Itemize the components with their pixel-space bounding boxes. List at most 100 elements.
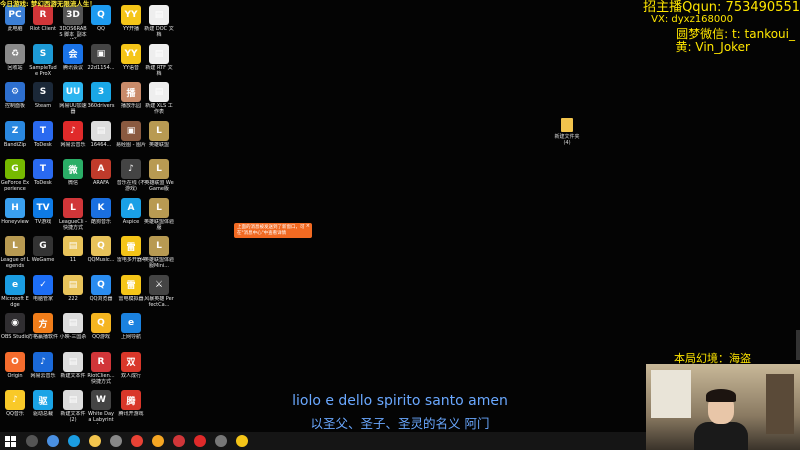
desktop-icon-label: ToDesk bbox=[34, 141, 52, 148]
desktop-icon[interactable]: Q QQ游戏 bbox=[86, 313, 116, 350]
desktop-icon[interactable]: T ToDesk bbox=[28, 120, 58, 158]
app-icon: S bbox=[33, 82, 53, 102]
desktop-icon[interactable]: L 英雄联盟 WeGame版 bbox=[144, 159, 174, 196]
store-icon[interactable] bbox=[110, 435, 122, 447]
app-icon: ▤ bbox=[149, 5, 169, 25]
app-icon: ⚙ bbox=[5, 82, 25, 102]
desktop-icon[interactable]: 3 360drivers bbox=[86, 82, 116, 119]
desktop-icon[interactable]: ▤ 11 bbox=[58, 236, 88, 273]
app-icon[interactable] bbox=[173, 435, 185, 447]
desktop-icon[interactable]: ✓ 电脑管家 bbox=[28, 274, 58, 312]
app-icon: Q bbox=[91, 236, 111, 256]
desktop-icon-label: 英雄联盟 WeGame版 bbox=[144, 180, 174, 192]
desktop-icon[interactable]: e 上网导航 bbox=[116, 313, 146, 350]
wegame-icon[interactable] bbox=[152, 435, 164, 447]
desktop-icon[interactable]: A ARAFA bbox=[86, 159, 116, 196]
app-icon: 雷 bbox=[121, 274, 141, 295]
chrome-icon[interactable] bbox=[131, 435, 143, 447]
desktop-icon[interactable]: TV TV游戏 bbox=[28, 197, 58, 235]
desktop-icon-label: 11 bbox=[69, 257, 77, 263]
netease-icon[interactable] bbox=[194, 435, 206, 447]
obs-icon[interactable] bbox=[215, 435, 227, 447]
desktop-icon[interactable]: PC 此电脑 bbox=[0, 5, 30, 42]
popup-close-button[interactable]: × bbox=[306, 223, 310, 230]
desktop-icon[interactable]: ♪ 网易云音乐 bbox=[28, 351, 58, 389]
desktop-icon[interactable]: A Aspice bbox=[116, 197, 146, 235]
desktop-icon[interactable]: 会腾讯会议 bbox=[58, 43, 88, 81]
desktop-icon[interactable]: ♪ 音乐在线 (不游戏) bbox=[116, 159, 146, 196]
desktop-icon[interactable]: ▣ 易经图 - 图片 bbox=[116, 120, 146, 158]
folder-icon[interactable] bbox=[89, 435, 101, 447]
notification-popup[interactable]: 上面的消息被发送到了新窗口，可在"消息中心"中查看详情 × bbox=[234, 223, 312, 238]
desktop-icon[interactable]: 雷雷电多开器4 bbox=[116, 236, 146, 273]
desktop-icon[interactable]: ▤ 新建文本件 bbox=[58, 351, 88, 389]
desktop-icon[interactable]: ▤ 新建 RTF 文档 bbox=[144, 43, 174, 81]
desktop-icon[interactable]: L 英雄联盟体验服Mini... bbox=[144, 236, 174, 273]
desktop-icon-label: 风暴英雄 PerfectCa... bbox=[144, 295, 174, 308]
desktop-icon[interactable]: L LeagueCli - 快捷方式 bbox=[58, 197, 88, 235]
desktop-icon[interactable]: O Origin bbox=[0, 351, 30, 389]
desktop-icon[interactable]: Z BandiZip bbox=[0, 120, 30, 158]
app-icon: ▤ bbox=[149, 82, 169, 102]
desktop-icon[interactable]: R RiotClien... 快捷方式 bbox=[86, 351, 116, 389]
desktop-icon-label: 回收站 bbox=[7, 64, 23, 71]
app-icon: ▤ bbox=[149, 43, 169, 64]
desktop-icon[interactable]: ♻ 回收站 bbox=[0, 43, 30, 81]
desktop-icon[interactable]: L League of Legends bbox=[0, 236, 30, 273]
desktop-icon[interactable]: ▤ 新建 DOC 文档 bbox=[144, 5, 174, 42]
desktop-icon[interactable]: G GeForce Experience bbox=[0, 159, 30, 196]
desktop-icon[interactable]: YY YY语音 bbox=[116, 43, 146, 81]
desktop-icon[interactable]: Q QQ bbox=[86, 5, 116, 42]
desktop-icon[interactable]: 3D3DOS6RABS 脚本_副本(1) bbox=[58, 5, 88, 42]
app-icon: 3 bbox=[91, 82, 111, 102]
task-view-icon[interactable] bbox=[47, 435, 59, 447]
desktop-icon-label: Aspice bbox=[122, 218, 140, 225]
desktop-icon[interactable]: ▤ 小映-三国杀 bbox=[58, 313, 88, 350]
yy-icon[interactable] bbox=[236, 435, 248, 447]
desktop-icon[interactable]: ⚙ 控制面板 bbox=[0, 82, 30, 119]
desktop-icon[interactable]: 双双人成行 bbox=[116, 351, 146, 389]
desktop-icon[interactable]: ⚔ 风暴英雄 PerfectCa... bbox=[144, 274, 174, 312]
desktop-icon[interactable]: 播播放乐园 bbox=[116, 82, 146, 119]
app-icon: L bbox=[149, 197, 169, 218]
desktop-icon[interactable]: ▤ 222 bbox=[58, 274, 88, 312]
desktop-icon[interactable]: ♪ 网易云音乐 bbox=[58, 120, 88, 158]
app-icon: ⚔ bbox=[149, 274, 169, 295]
desktop-icon[interactable]: Q QQMusic... bbox=[86, 236, 116, 273]
desktop-icon[interactable]: T ToDesk bbox=[28, 159, 58, 196]
desktop-icon[interactable]: 微微信 bbox=[58, 159, 88, 196]
desktop-icon[interactable]: YY YY开播 bbox=[116, 5, 146, 42]
desktop-icon[interactable]: ▤ 16464... bbox=[86, 120, 116, 158]
start-button[interactable] bbox=[4, 435, 16, 447]
desktop-icon[interactable]: H Honeyview bbox=[0, 197, 30, 235]
desktop-icon[interactable]: 雷雷电模拟器 bbox=[116, 274, 146, 312]
desktop-icon[interactable]: L 英雄联盟 bbox=[144, 120, 174, 158]
desktop-icon-label: 新建 RTF 文档 bbox=[145, 64, 173, 77]
desktop-icon[interactable]: Q QQ浏览器 bbox=[86, 274, 116, 312]
desktop-icon[interactable]: S Steam bbox=[28, 82, 58, 119]
stream-info-line4: 黄: Vin_Joker bbox=[675, 40, 750, 54]
desktop-icon[interactable]: S SampleTude ProX bbox=[28, 43, 58, 81]
cam-shelf bbox=[766, 374, 794, 434]
desktop-icon[interactable]: ▣ 22d1154... bbox=[86, 43, 116, 81]
desktop-icon[interactable]: G WeGame bbox=[28, 236, 58, 273]
edge-icon[interactable] bbox=[68, 435, 80, 447]
desktop-icon[interactable]: 方方格赢播软件 bbox=[28, 313, 58, 350]
desktop-icon-label: 新建 XLS 工作表 bbox=[145, 103, 173, 115]
desktop-icon[interactable]: R Riot Client bbox=[28, 5, 58, 42]
desktop-folder[interactable]: 新建文件夹(4) bbox=[552, 118, 582, 146]
desktop-icon-label: YY语音 bbox=[122, 64, 140, 71]
desktop-icon[interactable]: e Microsoft Edge bbox=[0, 274, 30, 312]
desktop-icon-label: 上网导航 bbox=[120, 334, 141, 340]
desktop-icon[interactable]: ◉ OBS Studio bbox=[0, 313, 30, 350]
desktop-icon[interactable]: K 酷狗音乐 bbox=[86, 197, 116, 235]
desktop-icon-label: 酷狗音乐 bbox=[90, 218, 111, 225]
desktop-icon[interactable]: ▤ 新建 XLS 工作表 bbox=[144, 82, 174, 119]
app-icon: ▤ bbox=[63, 351, 83, 372]
desktop-icon[interactable]: L 英雄联盟体验服 bbox=[144, 197, 174, 235]
desktop-icon[interactable]: UU 网易UU加速器 bbox=[58, 82, 88, 119]
desktop-icon-label: Riot Client bbox=[30, 26, 56, 32]
windows-icon-pane bbox=[11, 442, 16, 447]
search-icon[interactable] bbox=[26, 435, 38, 447]
desktop-icon-label: LeagueCli - 快捷方式 bbox=[59, 218, 87, 231]
